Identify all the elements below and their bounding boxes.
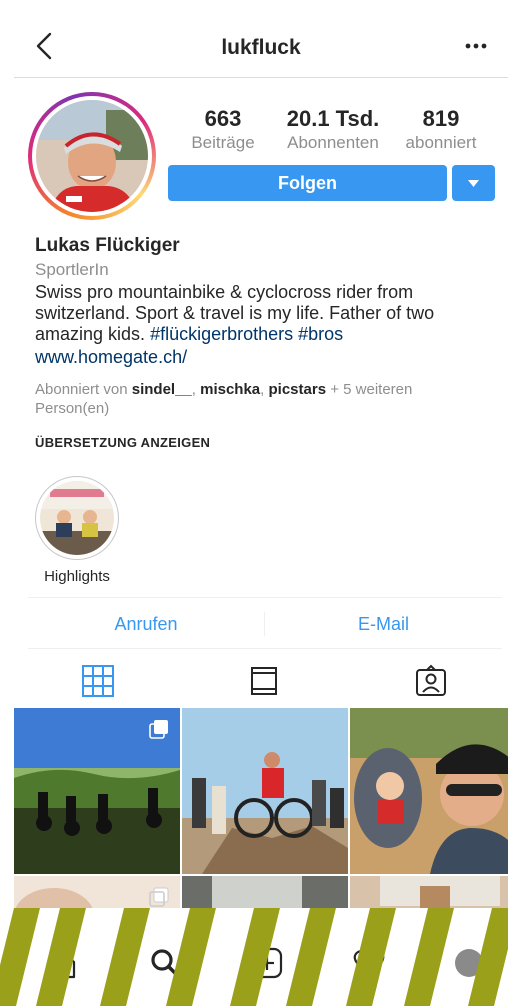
avatar-story-ring[interactable] bbox=[28, 92, 156, 220]
home-icon[interactable] bbox=[44, 946, 78, 980]
profile-icon[interactable] bbox=[452, 946, 486, 980]
top-bar: lukfluck bbox=[14, 18, 508, 78]
post-image bbox=[350, 708, 508, 874]
profile-bio: Lukas Flückiger SportlerIn Swiss pro mou… bbox=[35, 234, 485, 453]
stat-following-value: 819 bbox=[422, 106, 460, 131]
grid-post[interactable] bbox=[14, 708, 180, 874]
grid-post[interactable] bbox=[182, 708, 348, 874]
bottom-navigation bbox=[0, 908, 508, 1006]
multiple-posts-icon bbox=[149, 720, 168, 739]
tagged-icon[interactable] bbox=[414, 664, 448, 698]
stat-followers[interactable]: 20.1 Tsd. Abonnenten bbox=[278, 106, 388, 154]
contact-bar: Anrufen E-Mail bbox=[28, 597, 502, 649]
followed-by-text[interactable]: Abonniert von sindel__, mischka, picstar… bbox=[35, 380, 485, 418]
website-link[interactable]: www.homegate.ch/ bbox=[35, 347, 485, 368]
multiple-posts-icon bbox=[149, 887, 169, 907]
category-label: SportlerIn bbox=[35, 260, 109, 279]
call-button[interactable]: Anrufen bbox=[28, 598, 264, 650]
grid-icon[interactable] bbox=[81, 664, 115, 698]
hashtag-link[interactable]: #bros bbox=[298, 324, 343, 344]
profile-username: lukfluck bbox=[221, 36, 301, 59]
more-horizontal-icon[interactable] bbox=[462, 32, 490, 60]
highlight-label: Highlights bbox=[44, 568, 110, 585]
email-button[interactable]: E-Mail bbox=[265, 598, 502, 650]
post-image bbox=[182, 708, 348, 874]
stat-followers-label: Abonnenten bbox=[287, 133, 379, 152]
stat-following[interactable]: 819 abonniert bbox=[398, 106, 484, 154]
stat-posts[interactable]: 663 Beiträge bbox=[186, 106, 260, 154]
full-name: Lukas Flückiger bbox=[35, 235, 180, 256]
add-icon[interactable] bbox=[250, 946, 284, 980]
feed-icon[interactable] bbox=[247, 664, 281, 698]
triangle-down-icon bbox=[468, 180, 479, 187]
profile-tabs bbox=[0, 650, 508, 706]
avatar bbox=[36, 100, 148, 212]
stat-following-label: abonniert bbox=[405, 133, 477, 152]
grid-post[interactable] bbox=[350, 708, 508, 874]
translate-button[interactable]: ÜBERSETZUNG ANZEIGEN bbox=[35, 432, 485, 453]
stat-posts-label: Beiträge bbox=[191, 133, 255, 152]
heart-icon[interactable] bbox=[352, 946, 386, 980]
hashtag-link[interactable]: #flückigerbrothers bbox=[150, 324, 293, 344]
suggested-dropdown-button[interactable] bbox=[452, 165, 495, 201]
stat-followers-value: 20.1 Tsd. bbox=[286, 106, 380, 131]
search-icon[interactable] bbox=[148, 946, 182, 980]
story-highlight[interactable]: Highlights bbox=[34, 476, 120, 585]
follow-button[interactable]: Folgen bbox=[168, 165, 447, 201]
highlight-cover bbox=[40, 481, 114, 555]
stat-posts-value: 663 bbox=[204, 106, 242, 131]
bio-text: Swiss pro mountainbike & cyclocross ride… bbox=[35, 282, 435, 344]
